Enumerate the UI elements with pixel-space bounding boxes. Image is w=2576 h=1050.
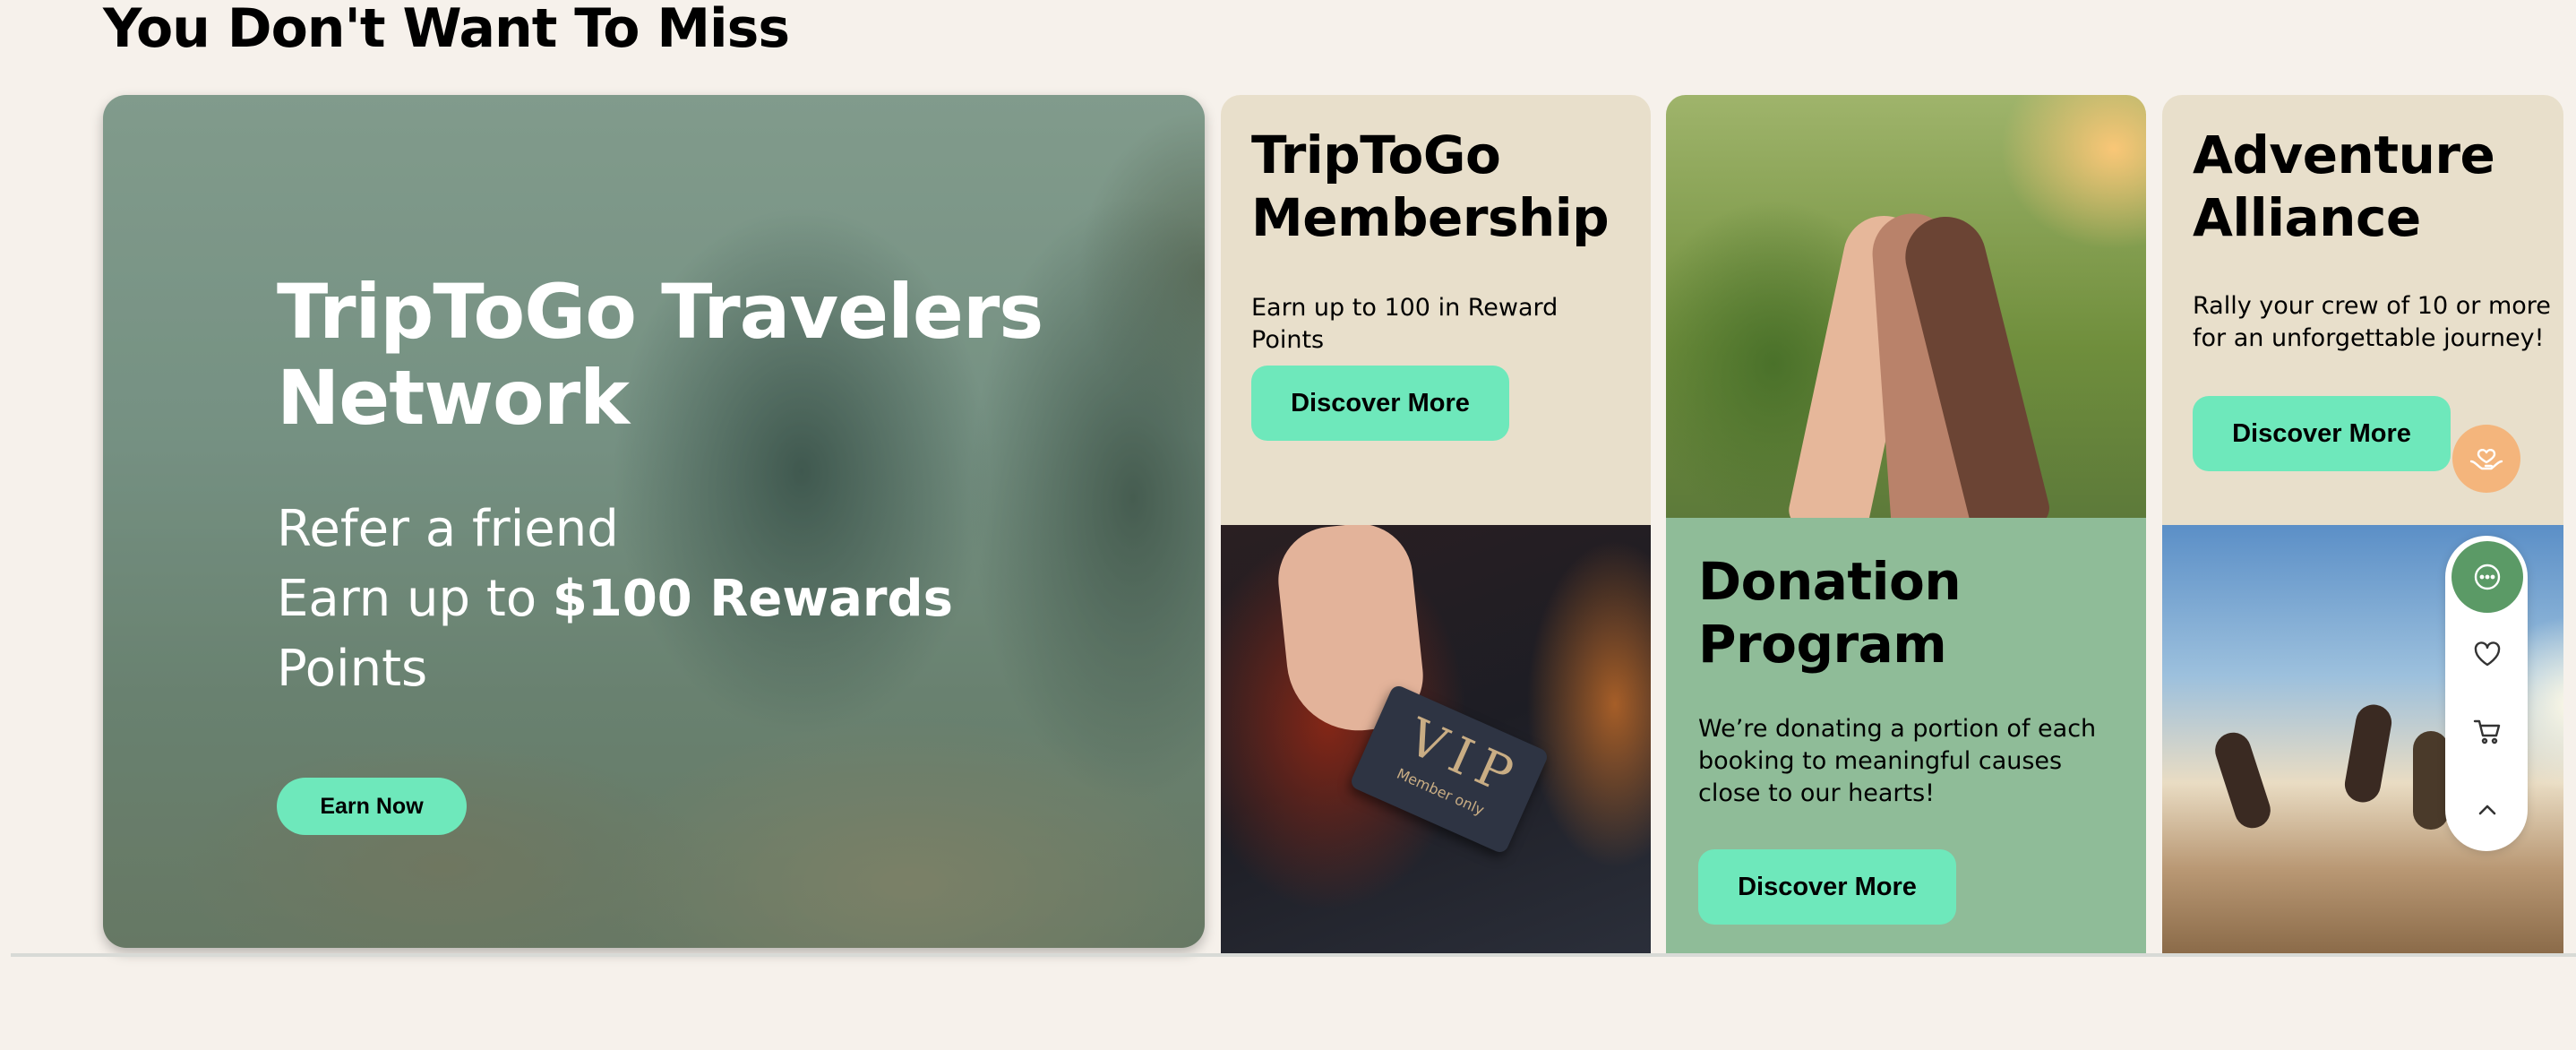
adventure-discover-more-button[interactable]: Discover More — [2193, 396, 2451, 471]
hero-line-2-strong: $100 Rewards — [552, 570, 953, 628]
hero-line-2: Earn up to $100 Rewards — [277, 564, 1083, 634]
hero-card-travelers-network[interactable]: TripToGo Travelers Network Refer a frien… — [103, 95, 1205, 948]
hero-line-1: Refer a friend — [277, 500, 619, 558]
runner-image-2 — [2341, 701, 2395, 805]
adventure-title-line1: Adventure — [2193, 125, 2495, 185]
donation-title: Donation Program — [1698, 550, 2128, 676]
donation-discover-more-button[interactable]: Discover More — [1698, 849, 1956, 925]
cart-icon[interactable] — [2469, 714, 2505, 750]
vip-card-photo: VIP Member only — [1221, 525, 1651, 955]
hero-line-3: Points — [277, 640, 428, 698]
donation-title-line2: Program — [1698, 614, 1947, 675]
earn-now-button[interactable]: Earn Now — [277, 778, 467, 835]
adventure-text: Rally your crew of 10 or more for an unf… — [2193, 292, 2551, 352]
chat-icon[interactable] — [2451, 541, 2523, 613]
membership-title-line2: Membership — [1251, 187, 1610, 248]
runner-image-1 — [2210, 727, 2276, 833]
hero-title: TripToGo Travelers Network — [277, 268, 1043, 442]
donation-tile: Donation Program We’re donating a portio… — [1666, 518, 2146, 955]
runner-image-3 — [2413, 731, 2449, 830]
adventure-title: Adventure Alliance — [2193, 124, 2560, 249]
high-five-photo — [1666, 95, 2146, 518]
scroll-divider — [11, 953, 2576, 957]
membership-title-line1: TripToGo — [1251, 125, 1501, 185]
chevron-up-icon[interactable] — [2469, 792, 2505, 828]
heart-icon[interactable] — [2469, 636, 2505, 672]
section-title: You Don't Want To Miss — [103, 0, 790, 60]
page: You Don't Want To Miss TripToGo Traveler… — [0, 0, 2576, 1050]
helping-hand-heart-icon[interactable] — [2452, 425, 2520, 493]
hero-line-2-prefix: Earn up to — [277, 570, 553, 628]
membership-tile: TripToGo Membership Earn up to 100 in Re… — [1221, 95, 1651, 525]
membership-title: TripToGo Membership — [1251, 124, 1636, 249]
membership-text: Earn up to 100 in Reward Points — [1251, 294, 1558, 354]
hero-subtitle: Refer a friend Earn up to $100 Rewards P… — [277, 495, 1083, 704]
membership-discover-more-button[interactable]: Discover More — [1251, 366, 1509, 441]
donation-title-line1: Donation — [1698, 551, 1962, 612]
adventure-title-line2: Alliance — [2193, 187, 2421, 248]
donation-text: We’re donating a portion of each booking… — [1698, 715, 2097, 807]
